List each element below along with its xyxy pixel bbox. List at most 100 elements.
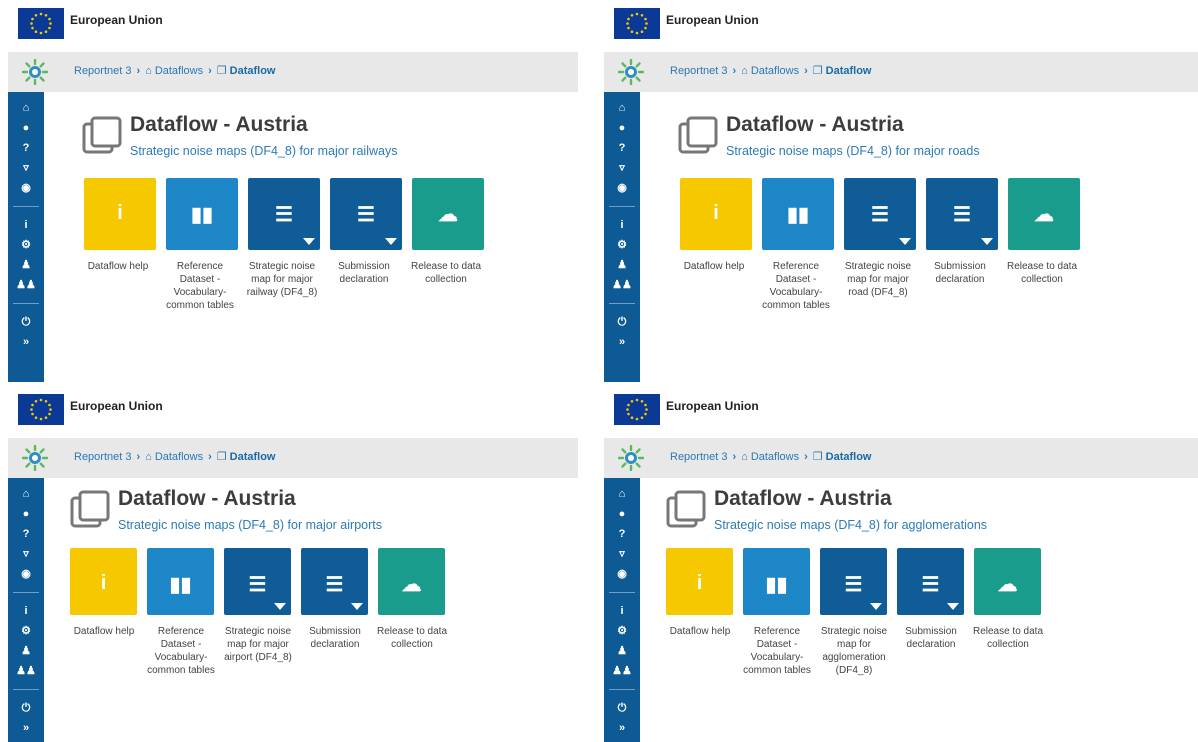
gear-icon[interactable]: ⚙ [8, 235, 44, 255]
chevron-right-icon: › [804, 451, 808, 463]
users-icon[interactable]: ♟♟ [604, 661, 640, 681]
reportnet-logo-icon[interactable] [21, 58, 49, 86]
power-icon[interactable]: ⏻ [604, 312, 640, 332]
reportnet-logo-icon[interactable] [617, 444, 645, 472]
reference-dataset-tile[interactable]: ▮▮ [147, 548, 214, 615]
help-icon[interactable]: ? [604, 524, 640, 544]
dataset-tile[interactable]: ☰ [248, 178, 320, 250]
dataflow-help-label: Dataflow help [87, 261, 149, 272]
caret-down-icon[interactable] [385, 238, 397, 245]
breadcrumb-reportnet[interactable]: Reportnet 3 [74, 451, 131, 463]
chevron-right-icon: › [136, 65, 141, 77]
breadcrumb-dataflows[interactable]: Dataflows [155, 65, 203, 77]
reference-dataset-tile[interactable]: ▮▮ [762, 178, 834, 250]
gear-icon[interactable]: ⚙ [604, 235, 640, 255]
dataflow-help-tile[interactable]: i [84, 178, 156, 250]
users-icon[interactable]: ♟♟ [8, 275, 44, 295]
home-icon[interactable]: ⌂ [604, 98, 640, 118]
chat-icon[interactable]: ◉ [8, 178, 44, 198]
release-label: Release to data collection [1006, 261, 1078, 285]
users-icon[interactable]: ♟♟ [8, 661, 44, 681]
user-settings-icon[interactable]: ♟ [604, 255, 640, 275]
reference-dataset-tile[interactable]: ▮▮ [743, 548, 810, 615]
bell-icon[interactable]: ▿ [604, 158, 640, 178]
info-icon[interactable]: i [8, 215, 44, 235]
caret-down-icon[interactable] [869, 602, 882, 610]
caret-down-icon[interactable] [981, 238, 993, 245]
expand-icon[interactable]: » [8, 718, 44, 738]
dataflow-help-tile[interactable]: i [666, 548, 733, 615]
user-settings-icon[interactable]: ♟ [8, 641, 44, 661]
release-tile[interactable]: ☁ [412, 178, 484, 250]
left-sidebar: ⌂ ● ? ▿ ◉ i ⚙ ♟ ♟♟ ⏻ » [8, 478, 44, 742]
sidebar-divider [609, 206, 635, 207]
reportnet-logo-icon[interactable] [21, 444, 49, 472]
breadcrumb-current: Dataflow [825, 451, 872, 463]
reference-dataset-tile[interactable]: ▮▮ [166, 178, 238, 250]
chat-icon[interactable]: ◉ [604, 564, 640, 584]
user-icon[interactable]: ● [8, 504, 44, 524]
power-icon[interactable]: ⏻ [8, 312, 44, 332]
expand-icon[interactable]: » [604, 718, 640, 738]
bell-icon[interactable]: ▿ [8, 544, 44, 564]
expand-icon[interactable]: » [8, 332, 44, 352]
info-icon[interactable]: i [8, 601, 44, 621]
submission-declaration-tile[interactable]: ☰ [301, 548, 368, 615]
help-icon[interactable]: ? [604, 138, 640, 158]
book-icon: ▮▮ [169, 574, 192, 596]
help-icon[interactable]: ? [8, 138, 44, 158]
user-icon[interactable]: ● [8, 118, 44, 138]
clone-icon: ❐ [216, 451, 227, 463]
gear-icon[interactable]: ⚙ [604, 621, 640, 641]
user-icon[interactable]: ● [604, 118, 640, 138]
submission-declaration-label: Submission declaration [905, 625, 957, 650]
user-settings-icon[interactable]: ♟ [8, 255, 44, 275]
release-tile[interactable]: ☁ [974, 548, 1041, 615]
caret-down-icon[interactable] [946, 602, 959, 610]
chat-icon[interactable]: ◉ [8, 564, 44, 584]
submission-declaration-tile[interactable]: ☰ [926, 178, 998, 250]
power-icon[interactable]: ⏻ [8, 698, 44, 718]
clone-icon: ❐ [812, 451, 823, 463]
reportnet-logo-icon[interactable] [617, 58, 645, 86]
dataflow-help-tile[interactable]: i [680, 178, 752, 250]
dataset-tile[interactable]: ☰ [820, 548, 887, 615]
chevron-right-icon: › [208, 451, 212, 463]
dataset-tile[interactable]: ☰ [224, 548, 291, 615]
left-sidebar: ⌂ ● ? ▿ ◉ i ⚙ ♟ ♟♟ ⏻ » [604, 478, 640, 742]
submission-declaration-tile[interactable]: ☰ [897, 548, 964, 615]
bell-icon[interactable]: ▿ [8, 158, 44, 178]
release-tile[interactable]: ☁ [378, 548, 445, 615]
breadcrumb-dataflows[interactable]: Dataflows [155, 451, 203, 463]
gear-icon[interactable]: ⚙ [8, 621, 44, 641]
caret-down-icon[interactable] [273, 602, 286, 610]
submission-declaration-tile[interactable]: ☰ [330, 178, 402, 250]
info-icon[interactable]: i [604, 215, 640, 235]
caret-down-icon[interactable] [899, 238, 911, 245]
users-icon[interactable]: ♟♟ [604, 275, 640, 295]
breadcrumb-dataflows[interactable]: Dataflows [751, 65, 799, 77]
book-icon: ▮▮ [786, 204, 809, 226]
breadcrumb-reportnet[interactable]: Reportnet 3 [670, 451, 727, 463]
expand-icon[interactable]: » [604, 332, 640, 352]
help-icon[interactable]: ? [8, 524, 44, 544]
info-icon[interactable]: i [604, 601, 640, 621]
power-icon[interactable]: ⏻ [604, 698, 640, 718]
breadcrumb-reportnet[interactable]: Reportnet 3 [670, 65, 727, 77]
home-icon[interactable]: ⌂ [8, 484, 44, 504]
caret-down-icon[interactable] [350, 602, 363, 610]
bell-icon[interactable]: ▿ [604, 544, 640, 564]
chat-icon[interactable]: ◉ [604, 178, 640, 198]
dataset-label: Strategic noise map for agglomeration (D… [820, 625, 888, 676]
sidebar-divider [13, 303, 39, 304]
release-tile[interactable]: ☁ [1008, 178, 1080, 250]
home-icon[interactable]: ⌂ [8, 98, 44, 118]
dataflow-help-tile[interactable]: i [70, 548, 137, 615]
home-icon[interactable]: ⌂ [604, 484, 640, 504]
caret-down-icon[interactable] [303, 238, 315, 245]
breadcrumb-reportnet[interactable]: Reportnet 3 [74, 65, 131, 77]
breadcrumb-dataflows[interactable]: Dataflows [751, 451, 799, 463]
dataset-tile[interactable]: ☰ [844, 178, 916, 250]
user-settings-icon[interactable]: ♟ [604, 641, 640, 661]
user-icon[interactable]: ● [604, 504, 640, 524]
